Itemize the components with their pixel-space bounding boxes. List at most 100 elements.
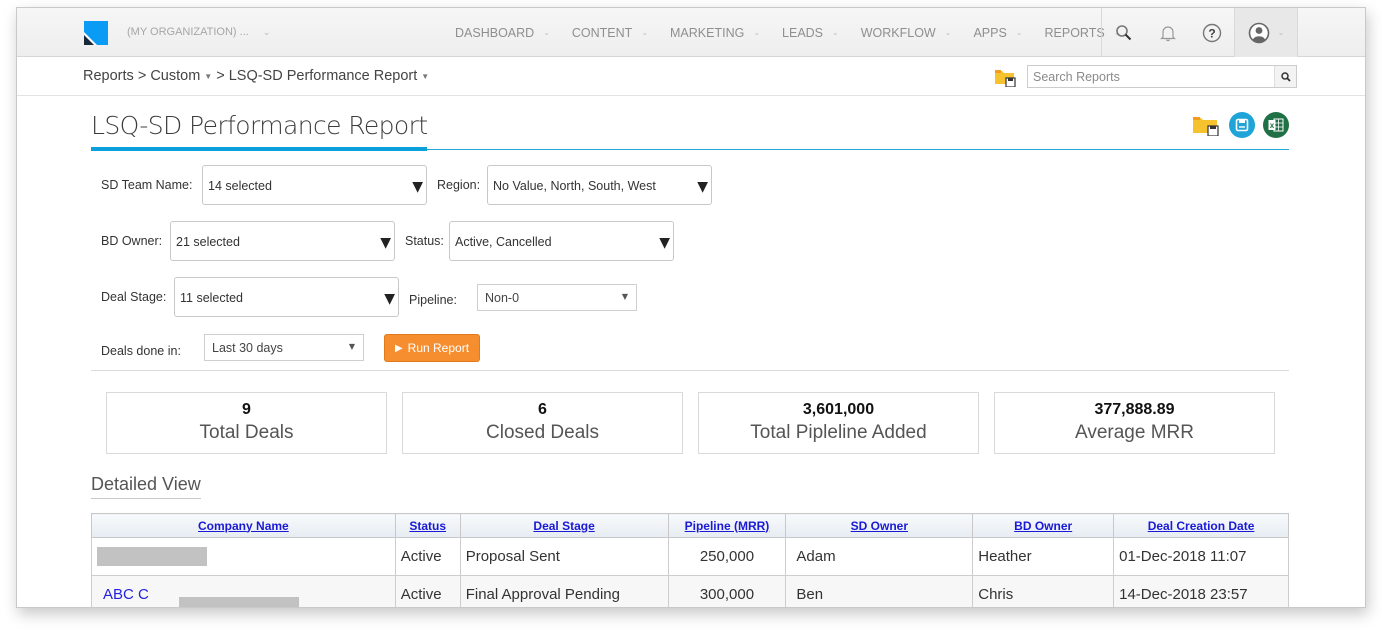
chevron-down-icon: ⌄ (944, 28, 952, 37)
play-icon: ▶ (394, 342, 403, 354)
title-underline (91, 147, 427, 151)
chevron-down-icon: ⌄ (1015, 28, 1023, 37)
save-icon (1235, 118, 1249, 132)
chevron-down-icon: ⌄ (1277, 28, 1285, 37)
search-reports (1027, 65, 1297, 88)
sort-status[interactable]: Status (409, 519, 446, 533)
caret-down-icon[interactable]: ▼ (421, 72, 429, 81)
menu-label: CONTENT (571, 25, 633, 40)
global-search-button[interactable] (1102, 8, 1146, 57)
status-cell: Active (394, 537, 461, 576)
chevron-down-icon: ⌄ (753, 28, 761, 37)
status-select[interactable]: Active, Cancelled ▼ (449, 221, 674, 261)
svg-text:x: x (1270, 121, 1275, 130)
breadcrumb-bar: Reports > Custom ▼ > LSQ-SD Performance … (17, 57, 1365, 96)
pipeline-cell: 250,000 (667, 537, 787, 576)
kpi-label: Total Deals (199, 422, 294, 443)
search-icon (1280, 71, 1291, 82)
pipeline-value: Non-0 (485, 291, 520, 305)
kpi-closed-deals: 6 Closed Deals (402, 392, 683, 454)
menu-label: MARKETING (670, 25, 745, 40)
kpi-value: 377,888.89 (1094, 401, 1175, 418)
org-name: (MY ORGANIZATION) ... (127, 26, 249, 38)
column-header: Company Name (91, 513, 396, 538)
user-menu-button[interactable]: ⌄ (1234, 8, 1298, 57)
chevron-down-icon: ⌄ (543, 28, 550, 37)
company-link[interactable]: ABC C (97, 586, 149, 603)
deals-done-in-label: Deals done in: (101, 344, 181, 358)
kpi-label: Average MRR (1075, 422, 1194, 443)
caret-down-icon: ▼ (348, 342, 355, 351)
logo-icon[interactable] (84, 21, 108, 45)
column-header: Deal Stage (459, 513, 669, 538)
chevron-down-icon: ⌄ (262, 27, 271, 37)
export-excel-button[interactable]: x (1263, 112, 1289, 138)
bd-owner-label: BD Owner: (101, 234, 163, 248)
table-row: Active Proposal Sent 250,000 Adam Heathe… (91, 537, 1289, 576)
menu-dashboard[interactable]: DASHBOARD ⌄ (455, 26, 550, 40)
notifications-button[interactable] (1146, 8, 1190, 57)
kpi-average-mrr: 377,888.89 Average MRR (994, 392, 1275, 454)
bd-owner-select[interactable]: 21 selected ▼ (170, 221, 395, 261)
breadcrumb: Reports > Custom ▼ > LSQ-SD Performance … (83, 68, 433, 84)
column-header: Status (394, 513, 461, 538)
org-switcher[interactable]: (MY ORGANIZATION) ... ⌄ (127, 26, 270, 38)
search-reports-input[interactable] (1028, 66, 1274, 87)
sd-team-label: SD Team Name: (101, 178, 193, 192)
help-button[interactable]: ? (1190, 8, 1234, 57)
sort-deal-creation-date[interactable]: Deal Creation Date (1148, 519, 1255, 533)
status-value: Active, Cancelled (455, 235, 552, 249)
deals-done-in-select[interactable]: Last 30 days ▼ (204, 334, 364, 361)
report-header: LSQ-SD Performance Report x (91, 108, 1289, 151)
caret-down-icon: ▼ (621, 292, 628, 301)
sort-bd-owner[interactable]: BD Owner (1014, 519, 1072, 533)
breadcrumb-custom[interactable]: Custom (150, 68, 200, 84)
redacted-company-name (97, 547, 207, 566)
company-cell[interactable] (91, 537, 396, 576)
save-report-button[interactable] (1229, 112, 1255, 138)
deal-stage-select[interactable]: 11 selected ▼ (174, 277, 399, 317)
region-select[interactable]: No Value, North, South, West ▼ (487, 165, 712, 205)
menu-label: DASHBOARD (455, 25, 535, 40)
column-header: SD Owner (785, 513, 974, 538)
bd-owner-value: 21 selected (176, 235, 240, 249)
save-folder-icon[interactable] (1193, 114, 1221, 136)
caret-down-icon: ▼ (384, 291, 395, 307)
sd-team-select[interactable]: 14 selected ▼ (202, 165, 427, 205)
divider (91, 370, 1289, 371)
main-menu: DASHBOARD ⌄ CONTENT ⌄ MARKETING ⌄ LEADS ⌄ WO… (455, 8, 1142, 57)
bd-owner-cell: Heather (972, 537, 1115, 576)
breadcrumb-separator: > (216, 68, 225, 84)
menu-workflow[interactable]: WORKFLOW ⌄ (861, 26, 952, 40)
pipeline-select[interactable]: Non-0 ▼ (477, 284, 637, 311)
date-cell: 14-Dec-2018 23:57 (1113, 575, 1289, 607)
table-row: ABC C Active Final Approval Pending 300,… (91, 575, 1289, 607)
sd-owner-cell: Adam (785, 537, 974, 576)
column-header: BD Owner (972, 513, 1115, 538)
search-reports-button[interactable] (1274, 66, 1296, 87)
menu-leads[interactable]: LEADS ⌄ (782, 26, 839, 40)
kpi-value: 3,601,000 (802, 401, 875, 418)
breadcrumb-reports[interactable]: Reports (83, 68, 134, 84)
menu-apps[interactable]: APPS ⌄ (973, 26, 1022, 40)
caret-down-icon: ▼ (659, 235, 670, 251)
sort-company-name[interactable]: Company Name (198, 519, 289, 533)
region-label: Region: (437, 178, 481, 192)
app-window: (MY ORGANIZATION) ... ⌄ DASHBOARD ⌄ CONTEN… (16, 7, 1366, 608)
company-cell: ABC C (91, 575, 396, 607)
caret-down-icon[interactable]: ▼ (204, 72, 212, 81)
sort-sd-owner[interactable]: SD Owner (851, 519, 908, 533)
breadcrumb-current-report[interactable]: LSQ-SD Performance Report (229, 68, 418, 84)
date-cell: 01-Dec-2018 11:07 (1113, 537, 1289, 576)
menu-marketing[interactable]: MARKETING ⌄ (670, 26, 760, 40)
sort-pipeline[interactable]: Pipeline (MRR) (685, 519, 770, 533)
chevron-down-icon: ⌄ (832, 28, 839, 37)
sort-deal-stage[interactable]: Deal Stage (533, 519, 594, 533)
run-report-button[interactable]: ▶ Run Report (384, 334, 480, 362)
saved-reports-folder-icon[interactable] (995, 68, 1017, 87)
deals-done-in-value: Last 30 days (212, 341, 283, 355)
menu-content[interactable]: CONTENT ⌄ (572, 26, 648, 40)
caret-down-icon: ▼ (697, 179, 708, 195)
chevron-down-icon: ⌄ (641, 28, 649, 37)
sd-team-value: 14 selected (208, 179, 272, 193)
